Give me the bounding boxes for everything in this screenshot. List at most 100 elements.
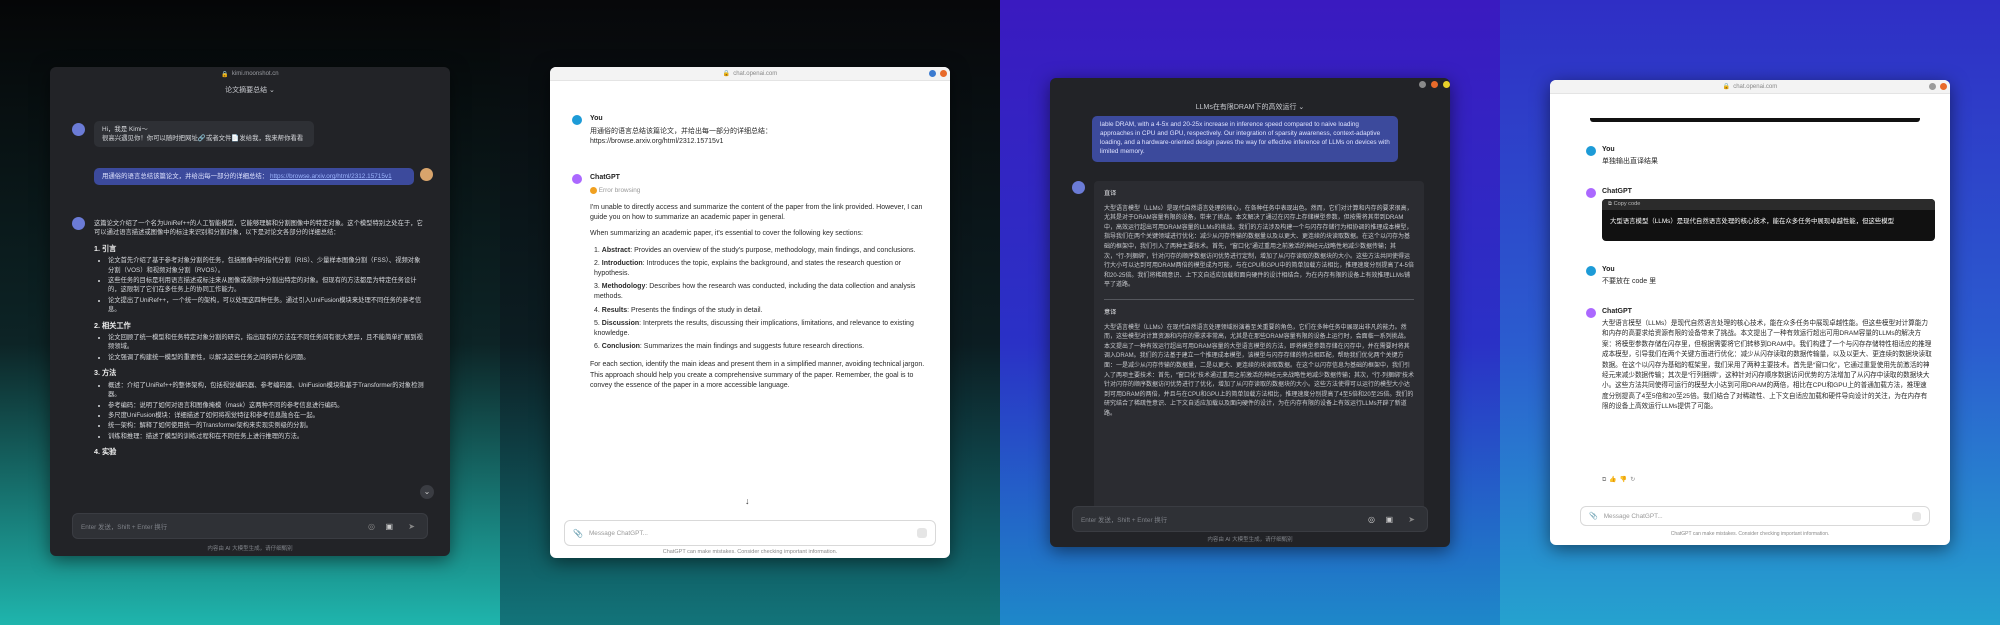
- scroll-down-arrow-icon[interactable]: ↓: [745, 496, 750, 506]
- chatgpt-window-2: 🔒 chat.openai.com You 单独输出直译结果 ChatGPT ⧉…: [1550, 80, 1950, 545]
- kimi-avatar: [72, 123, 85, 136]
- upload-file-icon[interactable]: ▣: [385, 522, 393, 531]
- user-label: You: [1602, 146, 1615, 153]
- assistant-response: I'm unable to directly access and summar…: [590, 203, 930, 397]
- url-bar[interactable]: 🔒 kimi.moonshot.cn: [50, 67, 450, 81]
- chevron-down-icon: ⌄: [423, 487, 431, 496]
- list-item: 2. Introduction: Introduces the topic, e…: [594, 259, 902, 278]
- list-item: 论文首先介绍了基于参考对象分割的任务，包括图像中的指代分割（RIS）、少量样本图…: [108, 256, 424, 275]
- user-avatar: [1586, 146, 1596, 156]
- list-item: 6. Conclusion: Summarizes the main findi…: [594, 343, 865, 351]
- greeting-bubble: Hi，我是 Kimi～ 很高兴遇见你！你可以随时把网址🔗或者文件📄发给我，我来帮…: [94, 121, 314, 147]
- section-heading: 1. 引言: [94, 243, 117, 253]
- list-item: 3. Methodology: Describes how the resear…: [594, 283, 916, 301]
- extension-icon-3[interactable]: [1443, 81, 1450, 88]
- user-message-1: 单独输出直译结果: [1602, 158, 1658, 165]
- conversation-title[interactable]: LLMs在有限DRAM下的高效运行 ⌄: [1050, 78, 1450, 116]
- user-message-link[interactable]: https://browse.arxiv.org/html/2312.15715…: [270, 173, 392, 180]
- conversation-title[interactable]: 论文摘要总结 ⌄: [50, 81, 450, 99]
- free-translation-label: 意译: [1104, 308, 1117, 316]
- user-avatar: [572, 115, 582, 125]
- user-message-bubble: 用通俗的语言总结该篇论文，并给出每一部分的详细总结： https://brows…: [94, 168, 414, 185]
- url-text: chat.openai.com: [733, 70, 778, 77]
- list-item: 5. Discussion: Interprets the results, d…: [594, 319, 914, 338]
- section-heading: 2. 相关工作: [94, 320, 131, 330]
- error-icon: [590, 187, 597, 194]
- attach-icon[interactable]: ◎: [1368, 515, 1375, 524]
- list-item: 参考编码：说明了如何对语言和图像掩模（mask）这两种不同的参考信息进行编码。: [108, 401, 424, 410]
- thumbs-up-icon[interactable]: 👍: [1609, 477, 1619, 483]
- literal-translation-text: 大型语言模型（LLMs）是现代自然语言处理的核心，在各种任务中表现出色。然而，它…: [1104, 205, 1415, 289]
- scroll-down-button[interactable]: ⌄: [420, 485, 434, 499]
- send-button[interactable]: [1912, 511, 1921, 521]
- chatgpt-avatar: [1586, 188, 1596, 198]
- extension-icon[interactable]: [1929, 83, 1936, 90]
- url-bar[interactable]: 🔒 chat.openai.com: [550, 67, 950, 81]
- input-placeholder: Message ChatGPT...: [1603, 512, 1663, 520]
- kimi-window-2: LLMs在有限DRAM下的高效运行 ⌄ lable DRAM, with a 4…: [1050, 78, 1450, 547]
- response-paragraph-2: When summarizing an academic paper, it's…: [590, 230, 863, 238]
- user-label-2: You: [1602, 266, 1615, 273]
- kimi-avatar: [1072, 181, 1085, 194]
- regenerate-icon[interactable]: ↻: [1630, 477, 1638, 483]
- send-icon[interactable]: ➤: [408, 522, 415, 531]
- assistant-label-2: ChatGPT: [1602, 308, 1632, 315]
- input-placeholder: Enter 发送，Shift + Enter 换行: [81, 523, 168, 531]
- message-input[interactable]: 📎 Message ChatGPT...: [564, 520, 936, 546]
- literal-translation-label: 直译: [1104, 190, 1117, 197]
- lock-icon: 🔒: [221, 71, 229, 78]
- extension-icon[interactable]: [929, 70, 936, 77]
- section-heading: 3. 方法: [94, 368, 117, 378]
- user-label: You: [590, 115, 603, 122]
- footer-disclaimer: 内容由 AI 大模型生成，请仔细甄别: [1207, 537, 1293, 543]
- user-message-line-2: https://browse.arxiv.org/html/2312.15715…: [590, 138, 724, 146]
- message-input[interactable]: 📎 Message ChatGPT...: [1580, 506, 1930, 526]
- user-message-line-1: 用通俗的语言总结该篇论文，并给出每一部分的详细总结：: [590, 128, 772, 135]
- section-heading: 4. 实验: [94, 447, 117, 457]
- kimi-response: 这篇论文介绍了一个名为UniRef++的人工智能模型，它能够理解和分割图像中的特…: [94, 219, 424, 507]
- url-bar[interactable]: 🔒 chat.openai.com: [1550, 80, 1950, 94]
- free-translation-text: 大型语言模型（LLMs）在现代自然语言处理领域扮演着至关重要的角色，它们在多种任…: [1104, 324, 1414, 417]
- attach-icon[interactable]: ◎: [368, 522, 375, 531]
- footer-disclaimer: 内容由 AI 大模型生成，请仔细甄别: [207, 546, 293, 552]
- message-actions: ⧉👍👎↻: [1602, 476, 1638, 484]
- attach-icon[interactable]: 📎: [573, 529, 583, 538]
- response-intro: 这篇论文介绍了一个名为UniRef++的人工智能模型，它能够理解和分割图像中的特…: [94, 220, 423, 237]
- list-item: 统一架构：解释了如何使用统一的Transformer架构来实现实例级的分割。: [108, 421, 424, 430]
- send-button[interactable]: [917, 528, 927, 538]
- kimi-avatar-2: [72, 217, 85, 230]
- chatgpt-avatar-2: [1586, 308, 1596, 318]
- thumbs-down-icon[interactable]: 👎: [1620, 477, 1630, 483]
- list-item: 1. Abstract: Provides an overview of the…: [594, 246, 916, 254]
- assistant-label: ChatGPT: [1602, 188, 1632, 195]
- footer-disclaimer: ChatGPT can make mistakes. Consider chec…: [662, 549, 838, 555]
- error-browsing[interactable]: Error browsing: [590, 187, 640, 194]
- send-icon[interactable]: ➤: [1408, 515, 1415, 524]
- list-item: 论文强调了构建统一模型的重要性，以解决这些任务之间的碎片化问题。: [108, 353, 424, 362]
- message-input[interactable]: Enter 发送，Shift + Enter 换行 ◎ ▣ ➤: [72, 513, 428, 539]
- extension-icon[interactable]: [1419, 81, 1426, 88]
- list-item: 论文提出了UniRef++，一个统一的架构，可以处理这四种任务。通过引入UniF…: [108, 296, 424, 315]
- lock-icon: 🔒: [722, 71, 731, 77]
- attach-icon[interactable]: 📎: [1589, 512, 1598, 520]
- user-message-bubble: lable DRAM, with a 4-5x and 20-25x incre…: [1092, 116, 1398, 162]
- extension-icon-2[interactable]: [940, 70, 947, 77]
- lock-icon: 🔒: [1722, 84, 1731, 90]
- upload-file-icon[interactable]: ▣: [1385, 515, 1393, 524]
- extension-icon-2[interactable]: [1431, 81, 1438, 88]
- list-item: 这些任务的目标是利用语言描述或标注来从图像或视频中分割出特定的对象。但现有的方法…: [108, 276, 424, 295]
- assistant-label: ChatGPT: [590, 174, 620, 181]
- copy-icon: ⧉: [1608, 201, 1612, 207]
- extension-icon-2[interactable]: [1940, 83, 1947, 90]
- list-item: 论文回顾了统一模型和任务特定对象分割的研究，指出现有的方法在不同任务间有很大差异…: [108, 333, 424, 352]
- greeting-line-1: Hi，我是 Kimi～: [102, 126, 148, 133]
- greeting-line-2: 很高兴遇见你！你可以随时把网址🔗或者文件📄发给我，我来帮你看看: [102, 135, 304, 142]
- translation-panel: 直译 大型语言模型（LLMs）是现代自然语言处理的核心，在各种任务中表现出色。然…: [1094, 181, 1424, 511]
- kimi-window-1: 🔒 kimi.moonshot.cn 论文摘要总结 ⌄ Hi，我是 Kimi～ …: [50, 67, 450, 556]
- list-item: 多尺度UniFusion模块：详细描述了如何将视觉特征和参考信息融合在一起。: [108, 411, 424, 420]
- message-input[interactable]: Enter 发送，Shift + Enter 换行 ◎ ▣ ➤: [1072, 506, 1428, 532]
- input-placeholder: Enter 发送，Shift + Enter 换行: [1081, 516, 1168, 524]
- copy-code-button[interactable]: ⧉ Copy code: [1602, 199, 1935, 210]
- user-message-2: 不要放在 code 里: [1602, 278, 1657, 285]
- response-paragraph-1: I'm unable to directly access and summar…: [590, 204, 923, 222]
